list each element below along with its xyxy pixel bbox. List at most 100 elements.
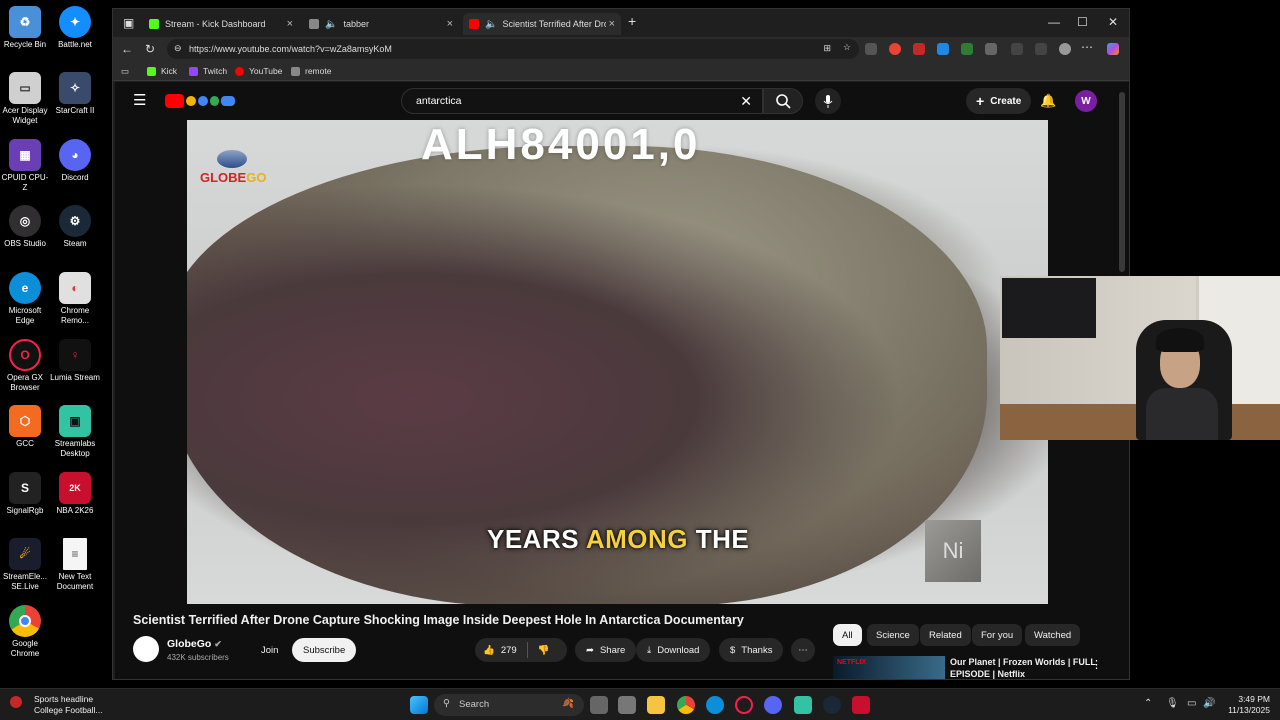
bookmark-youtube[interactable]: YouTube — [235, 66, 282, 76]
desktop-icon-steam[interactable]: ⚙ Steam — [50, 205, 100, 249]
start-windows-icon[interactable] — [410, 696, 428, 714]
bookmark-remote[interactable]: remote — [291, 66, 331, 76]
like-button[interactable]: 👍 279 — [483, 645, 517, 656]
search-button[interactable] — [763, 88, 803, 114]
desktop-icon-opera-gx[interactable]: O Opera GX Browser — [0, 339, 50, 393]
channel-name[interactable]: GlobeGo ✔ — [167, 638, 222, 650]
tab-close-icon[interactable]: × — [287, 18, 293, 30]
close-window-icon[interactable]: ✕ — [1108, 15, 1118, 29]
chip-for-you[interactable]: For you — [972, 624, 1023, 646]
profile-avatar[interactable] — [1059, 43, 1071, 55]
extensions-puzzle-icon[interactable] — [985, 43, 997, 55]
more-menu-icon[interactable]: ⋯ — [1081, 40, 1093, 54]
maximize-icon[interactable]: ☐ — [1077, 15, 1088, 29]
split-screen-icon[interactable] — [1011, 43, 1023, 55]
video-player[interactable]: Ni ALH84001,0 GLOBEGO YEARS AMONG THE — [187, 120, 1048, 604]
page-scrollbar[interactable] — [1119, 92, 1125, 272]
edge-taskbar-icon[interactable] — [706, 696, 724, 714]
extension-icon[interactable] — [937, 43, 949, 55]
file-explorer-icon[interactable] — [647, 696, 665, 714]
site-info-icon[interactable]: ⊖ — [174, 43, 182, 54]
channel-avatar[interactable] — [133, 636, 159, 662]
desktop-icon-google-chrome[interactable]: Google Chrome — [0, 605, 50, 659]
chip-all[interactable]: All — [833, 624, 862, 646]
copilot-icon[interactable] — [1107, 43, 1119, 55]
account-avatar[interactable]: W — [1075, 90, 1097, 112]
discord-taskbar-icon[interactable] — [764, 696, 782, 714]
news-widget[interactable]: Sports headline College Football... — [10, 694, 103, 716]
extension-icon[interactable] — [889, 43, 901, 55]
desktop-icon-signalrgb[interactable]: S SignalRgb — [0, 472, 50, 516]
extension-icon[interactable] — [865, 43, 877, 55]
subscribe-button[interactable]: Subscribe — [292, 638, 357, 662]
share-button[interactable]: ➦ Share — [575, 638, 637, 662]
download-icon: ⤓ — [647, 644, 652, 656]
desktop-icon-nba2k26[interactable]: 2K NBA 2K26 — [50, 472, 100, 516]
desktop-icon-streamlabs[interactable]: ▣ Streamlabs Desktop — [50, 405, 100, 459]
desktop-icon-discord[interactable]: ◕ Discord — [50, 139, 100, 183]
join-button[interactable]: Join — [249, 638, 290, 662]
tab-youtube-video[interactable]: 🔈 Scientist Terrified After Dron × — [463, 13, 621, 35]
network-icon[interactable]: ▭ — [1187, 698, 1196, 709]
recommended-title[interactable]: Our Planet | Frozen Worlds | FULL EPISOD… — [950, 656, 1100, 679]
desktop-icon-obs[interactable]: ◎ OBS Studio — [0, 205, 50, 249]
recommended-thumbnail[interactable]: NETFLIX — [833, 656, 945, 679]
tab-kick-dashboard[interactable]: Stream - Kick Dashboard × — [143, 13, 299, 35]
opera-gx-taskbar-icon[interactable] — [735, 696, 753, 714]
dislike-button[interactable]: 👎 — [538, 645, 550, 656]
tab-tabber[interactable]: 🔈 tabber × — [303, 13, 459, 35]
chrome-taskbar-icon[interactable] — [677, 696, 695, 714]
extension-icon[interactable] — [913, 43, 925, 55]
chip-science[interactable]: Science — [867, 624, 919, 646]
create-button[interactable]: + Create — [966, 88, 1032, 114]
tab-close-icon[interactable]: × — [447, 18, 453, 30]
notifications-bell-icon[interactable]: 🔔 — [1040, 93, 1056, 109]
widgets-icon[interactable] — [618, 696, 636, 714]
favorite-star-icon[interactable]: ☆ — [843, 42, 851, 53]
taskbar-search[interactable]: ⚲ Search 🍂 — [434, 694, 584, 716]
desktop-icon-acer-display-widget[interactable]: ▭ Acer Display Widget — [0, 72, 50, 126]
tab-actions-icon[interactable]: ▣ — [123, 16, 134, 30]
nba2k-taskbar-icon[interactable] — [852, 696, 870, 714]
clear-search-icon[interactable]: ✕ — [740, 93, 752, 110]
desktop-icon-chrome-remote[interactable]: ◐ Chrome Remo... — [50, 272, 100, 326]
bookmark-kick[interactable]: Kick — [147, 66, 177, 76]
streamlabs-taskbar-icon[interactable] — [794, 696, 812, 714]
extension-icon[interactable] — [961, 43, 973, 55]
clock[interactable]: 3:49 PM 11/13/2025 — [1222, 694, 1270, 716]
bookmarks-toggle-icon[interactable]: ▭ — [121, 66, 129, 77]
steam-taskbar-icon[interactable] — [823, 696, 841, 714]
desktop-icon-lumia[interactable]: ♀ Lumia Stream — [50, 339, 100, 383]
menu-hamburger-icon[interactable]: ☰ — [133, 91, 146, 109]
download-button[interactable]: ⤓ Download — [636, 638, 711, 662]
tab-close-icon[interactable]: × — [609, 18, 615, 30]
desktop-icon-recycle-bin[interactable]: ♻ Recycle Bin — [0, 6, 50, 50]
desktop-icon-gcc[interactable]: ⬡ GCC — [0, 405, 50, 449]
back-icon[interactable]: ← — [121, 42, 133, 56]
more-actions-button[interactable]: ⋯ — [791, 638, 815, 662]
desktop-icon-streamelements[interactable]: ☄ StreamEle... SE.Live — [0, 538, 50, 592]
bookmark-twitch[interactable]: Twitch — [189, 66, 227, 76]
volume-icon[interactable]: 🔊 — [1203, 698, 1215, 709]
desktop-icon-new-text-document[interactable]: ≡ New Text Document — [50, 538, 100, 592]
desktop-icon-cpuz[interactable]: ▦ CPUID CPU-Z — [0, 139, 50, 193]
app-available-icon[interactable]: ⊞ — [823, 43, 831, 54]
chip-related[interactable]: Related — [920, 624, 971, 646]
task-view-icon[interactable] — [590, 696, 608, 714]
favorites-icon[interactable] — [1035, 43, 1047, 55]
youtube-logo[interactable] — [165, 92, 235, 110]
thanks-button[interactable]: $ Thanks — [719, 638, 784, 662]
chip-watched[interactable]: Watched — [1025, 624, 1081, 646]
search-input[interactable]: antarctica ✕ — [401, 88, 763, 114]
desktop-icon-starcraft[interactable]: ✧ StarCraft II — [50, 72, 100, 116]
minimize-icon[interactable]: — — [1048, 15, 1060, 29]
new-tab-icon[interactable]: + — [628, 13, 636, 29]
recommended-more-icon[interactable]: ⋮ — [1091, 658, 1102, 671]
address-bar[interactable]: ⊖ https://www.youtube.com/watch?v=wZa8am… — [167, 39, 859, 59]
desktop-icon-edge[interactable]: e Microsoft Edge — [0, 272, 50, 326]
desktop-icon-battlenet[interactable]: ✦ Battle.net — [50, 6, 100, 50]
voice-search-button[interactable] — [815, 88, 841, 114]
microphone-tray-icon[interactable]: 🎙 — [1166, 698, 1179, 709]
tray-overflow-icon[interactable]: ⌃ — [1144, 698, 1152, 709]
reload-icon[interactable]: ↻ — [145, 42, 155, 56]
